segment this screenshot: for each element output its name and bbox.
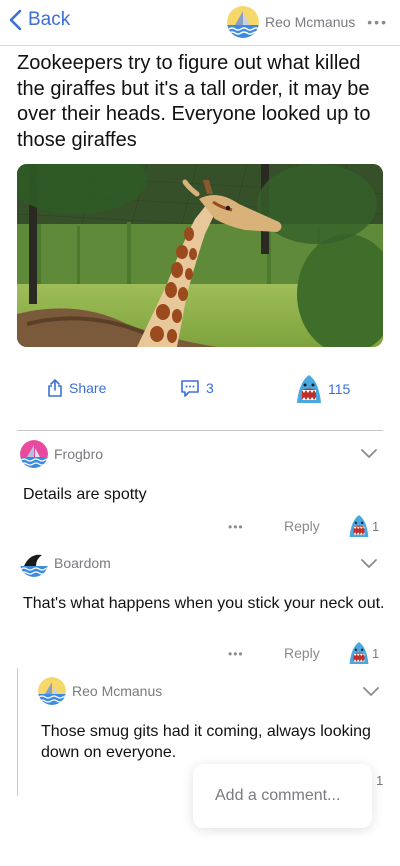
post-author-name: Reo Mcmanus: [265, 14, 356, 30]
avatar: [38, 677, 66, 705]
comment-username: Frogbro: [54, 446, 104, 462]
chevron-down-icon[interactable]: [363, 687, 379, 697]
comment-author[interactable]: Reo Mcmanus: [38, 677, 162, 705]
more-options-button[interactable]: •••: [367, 14, 388, 30]
comments-button[interactable]: 3: [180, 379, 214, 397]
comment-vote-count: 1: [372, 518, 380, 534]
top-bar: Back Reo Mcmanus •••: [0, 0, 400, 46]
post-title: Zookeepers try to figure out what killed…: [17, 52, 371, 151]
comments-count: 3: [206, 380, 214, 396]
comment-footer: ••• Reply 1: [0, 641, 400, 667]
chevron-left-icon: [9, 9, 22, 31]
comment-author[interactable]: Frogbro: [20, 440, 103, 468]
comment-vote-button[interactable]: 1: [348, 641, 379, 665]
avatar: [20, 440, 48, 468]
add-comment-input[interactable]: Add a comment...: [193, 764, 372, 828]
comment-author[interactable]: Boardom: [20, 549, 111, 577]
chevron-down-icon[interactable]: [361, 449, 377, 459]
post-author[interactable]: Reo Mcmanus •••: [227, 6, 388, 38]
comment-vote-count: 1: [376, 773, 384, 788]
shark-icon: [349, 515, 369, 537]
reply-button[interactable]: Reply: [284, 645, 320, 661]
vote-button[interactable]: 115: [295, 374, 350, 404]
share-icon: [48, 379, 62, 397]
share-label: Share: [69, 380, 107, 396]
shark-icon: [349, 642, 369, 664]
comment-text: That's what happens when you stick your …: [23, 595, 385, 612]
reply-button[interactable]: Reply: [284, 518, 320, 534]
comment-text: Those smug gits had it coming, always lo…: [41, 723, 371, 761]
avatar: [20, 549, 48, 577]
comment-vote-button[interactable]: 1: [348, 514, 379, 538]
comment-username: Reo Mcmanus: [72, 683, 163, 699]
comment-more-button[interactable]: •••: [228, 647, 244, 661]
back-button[interactable]: Back: [8, 9, 70, 31]
chevron-down-icon[interactable]: [361, 559, 377, 569]
comment-footer: ••• Reply 1: [0, 514, 400, 540]
divider: [17, 430, 383, 431]
back-label: Back: [28, 9, 71, 30]
comment-icon: [181, 380, 199, 397]
comment-vote-count: 1: [372, 645, 380, 661]
shark-icon: [297, 375, 321, 403]
comment-more-button[interactable]: •••: [228, 520, 244, 534]
comment-text: Details are spotty: [23, 486, 147, 503]
share-button[interactable]: Share: [47, 379, 106, 397]
thread-line: [17, 668, 18, 796]
avatar: [227, 6, 260, 38]
post-image[interactable]: [17, 164, 383, 347]
comment-username: Boardom: [54, 555, 111, 571]
vote-count: 115: [328, 381, 351, 397]
post-actions: Share 3 115: [0, 372, 400, 406]
